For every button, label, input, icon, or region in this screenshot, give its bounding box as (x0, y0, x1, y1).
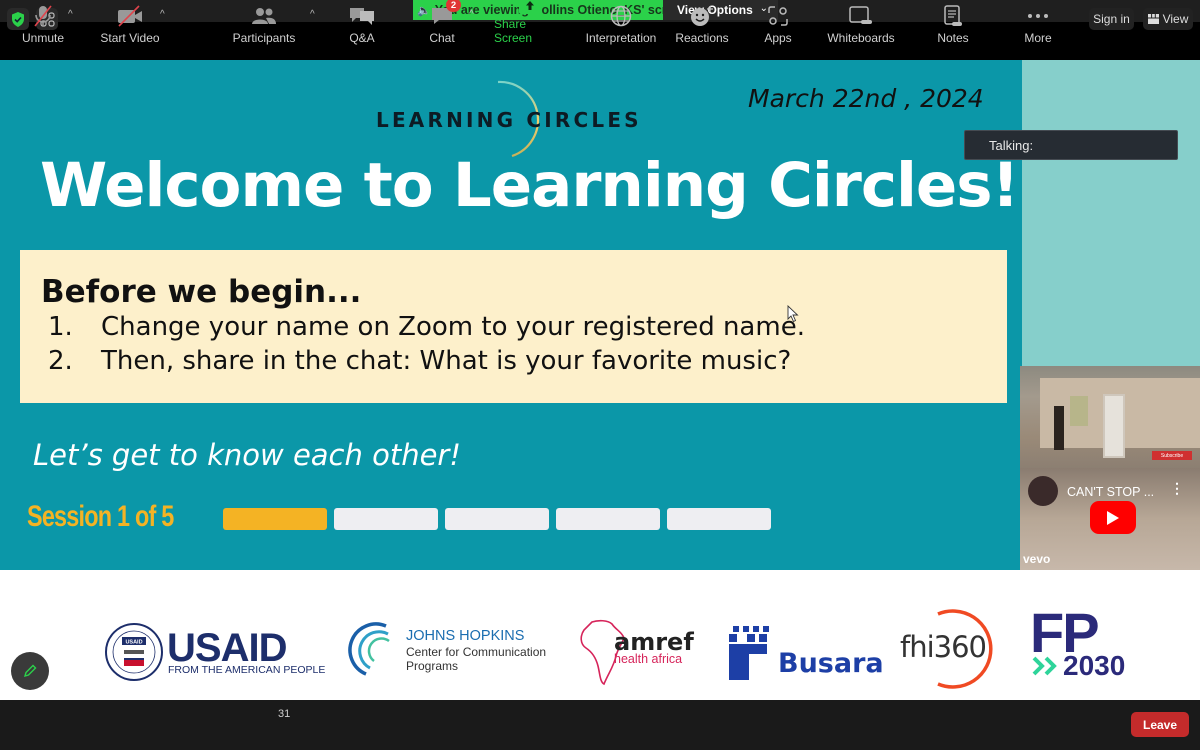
whiteboards-label: Whiteboards (827, 31, 895, 45)
slide-title: Welcome to Learning Circles! (40, 150, 1019, 221)
leave-button[interactable]: Leave (1131, 712, 1189, 737)
progress-segment-remaining (667, 508, 771, 530)
share-screen-button[interactable]: Share Screen (494, 0, 566, 50)
chat-button[interactable]: 2 Chat (424, 0, 461, 50)
interpretation-label: Interpretation (585, 31, 657, 45)
participants-button[interactable]: Participants (230, 0, 298, 50)
chat-label: Chat (429, 31, 455, 45)
video-scene-door (1103, 394, 1125, 458)
more-label: More (1024, 31, 1052, 45)
start-video-label: Start Video (100, 31, 160, 45)
notes-button[interactable]: Notes (934, 0, 972, 50)
usaid-seal-label: USAID (125, 640, 142, 646)
video-options-caret[interactable]: ^ (160, 9, 165, 20)
progress-segment-remaining (556, 508, 660, 530)
double-chevron-icon (1032, 656, 1057, 676)
progress-segment-completed (223, 508, 327, 530)
logo-text: LEARNING CIRCLES (376, 108, 642, 132)
microphone-muted-icon (31, 4, 55, 28)
qa-label: Q&A (349, 31, 375, 45)
session-label: Session 1 of 5 (27, 500, 174, 533)
jhu-swirl-icon (348, 622, 390, 676)
talking-indicator: Talking: (964, 130, 1178, 160)
chat-options-caret[interactable]: ^ (469, 9, 474, 20)
notes-label: Notes (937, 31, 969, 45)
progress-segment-remaining (445, 508, 549, 530)
notes-icon (943, 4, 963, 28)
jhu-subtitle-1: Center for Communication (406, 645, 547, 659)
annotate-button[interactable] (11, 652, 49, 690)
qa-bubbles-icon (349, 4, 375, 28)
fhi360-text: fhi360 (900, 630, 987, 664)
participants-count: 31 (278, 708, 291, 720)
unmute-label: Unmute (21, 31, 65, 45)
layout-icon (1147, 14, 1159, 24)
item-number: 1. (48, 312, 73, 342)
pencil-icon (23, 664, 37, 678)
share-screen-icon (519, 0, 541, 14)
session-progress-bar (223, 508, 771, 530)
participants-icon (252, 4, 276, 28)
audio-options-caret[interactable]: ^ (68, 9, 73, 20)
learning-circles-logo: LEARNING CIRCLES (376, 80, 646, 160)
reactions-button[interactable]: Reactions (674, 0, 730, 50)
sign-in-button[interactable]: Sign in (1089, 8, 1134, 30)
more-button[interactable]: More (1020, 0, 1056, 50)
chat-unread-badge: 2 (446, 0, 461, 12)
meeting-toolbar (0, 700, 1200, 750)
partner-logos-strip: USAID USAID FROM THE AMERICAN PEOPLE JOH… (0, 570, 1200, 700)
globe-icon (610, 4, 632, 28)
video-tile[interactable]: Subscribe (1020, 366, 1200, 468)
video-scene-doorway (1054, 406, 1064, 450)
item-number: 2. (48, 346, 73, 376)
item-text: Change your name on Zoom to your registe… (101, 312, 805, 342)
before-we-begin-box: Before we begin... 1. Change your name on… (20, 250, 1007, 403)
amref-tagline: health africa (614, 652, 683, 666)
qa-button[interactable]: Q&A (342, 0, 382, 50)
whiteboards-button[interactable]: Whiteboards (824, 0, 898, 50)
slide-subtitle: Let’s get to know each other! (33, 438, 461, 472)
whiteboard-icon (849, 4, 873, 28)
progress-segment-remaining (334, 508, 438, 530)
video-tile[interactable]: CAN'T STOP ... ⋮ vevo (1020, 468, 1200, 570)
interpretation-button[interactable]: Interpretation (582, 0, 660, 50)
camera-off-icon (117, 4, 143, 28)
share-screen-label: Share Screen (494, 17, 533, 45)
smiley-plus-icon (690, 4, 714, 28)
channel-avatar (1028, 476, 1058, 506)
participants-label: Participants (232, 31, 296, 45)
item-text: Then, share in the chat: What is your fa… (101, 346, 792, 376)
instruction-item: 2. Then, share in the chat: What is your … (48, 346, 791, 376)
youtube-play-icon (1090, 501, 1136, 534)
jhu-subtitle-2: Programs (406, 659, 459, 673)
apps-icon (768, 4, 788, 28)
reactions-label: Reactions (675, 31, 729, 45)
subscribe-button: Subscribe (1152, 451, 1192, 460)
more-vertical-icon: ⋮ (1170, 480, 1184, 496)
video-scene-window (1070, 396, 1088, 426)
more-horizontal-icon (1027, 4, 1049, 28)
busara-mark-icon (729, 626, 769, 680)
usaid-seal-icon: USAID (105, 623, 163, 681)
view-button[interactable]: View (1143, 8, 1193, 30)
chat-icon: 2 (431, 0, 461, 28)
vevo-watermark: vevo (1023, 552, 1051, 566)
slide-date: March 22nd , 2024 (748, 84, 984, 113)
jhu-title: JOHNS HOPKINS (406, 628, 525, 644)
busara-text: Busara (778, 648, 884, 679)
usaid-tagline: FROM THE AMERICAN PEOPLE (168, 664, 326, 676)
video-title: CAN'T STOP ... (1067, 485, 1155, 499)
before-heading: Before we begin... (41, 274, 362, 310)
mouse-cursor-icon (787, 305, 799, 323)
view-label: View (1162, 12, 1189, 26)
unmute-button[interactable]: Unmute (14, 0, 72, 50)
fp-year-text: 2030 (1063, 650, 1126, 681)
participants-options-caret[interactable]: ^ (310, 9, 315, 20)
instruction-item: 1. Change your name on Zoom to your regis… (48, 312, 805, 342)
start-video-button[interactable]: Start Video (96, 0, 164, 50)
apps-label: Apps (764, 31, 792, 45)
apps-button[interactable]: Apps (760, 0, 796, 50)
